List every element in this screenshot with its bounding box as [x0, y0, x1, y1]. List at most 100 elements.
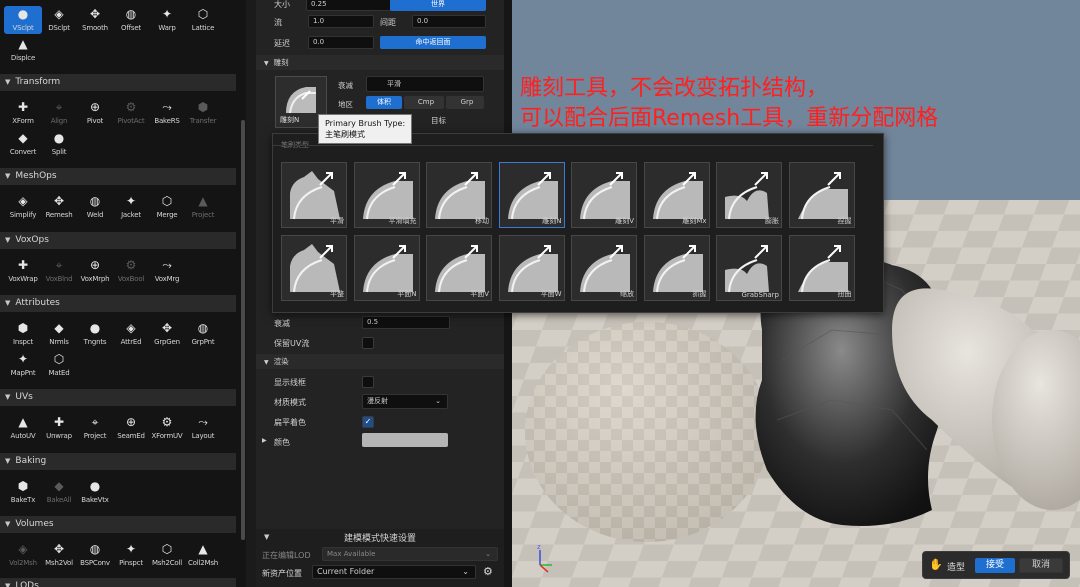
region-cmp-button[interactable]: Cmp: [404, 96, 444, 109]
section-meshops[interactable]: ▼ MeshOps: [0, 168, 236, 185]
sculpt-header[interactable]: ▼ 雕刻: [256, 55, 504, 70]
xformuv-tool-button[interactable]: ⚙ XFormUV: [148, 414, 186, 442]
brush-option[interactable]: 平面W: [498, 235, 565, 301]
spacing-field[interactable]: 0.0: [412, 15, 486, 28]
voxblnd-tool-button[interactable]: ⌖ VoxBlnd: [40, 257, 78, 285]
falloff-dropdown[interactable]: 平滑: [366, 76, 484, 92]
split-tool-button[interactable]: ● Split: [40, 130, 78, 158]
brush-option[interactable]: 捏握: [788, 162, 855, 228]
brush-option[interactable]: 平面N: [353, 235, 420, 301]
brush-option[interactable]: 移动: [426, 162, 492, 228]
voxwrap-tool-button[interactable]: ✚ VoxWrap: [4, 257, 42, 285]
brush-option[interactable]: 扭曲: [788, 235, 855, 301]
displce-tool-button[interactable]: ▲ Displce: [4, 36, 42, 64]
grpgen-tool-button[interactable]: ✥ GrpGen: [148, 320, 186, 348]
world-button[interactable]: 世界: [390, 0, 486, 11]
section-transform[interactable]: ▼ Transform: [0, 74, 236, 91]
project-tool-button[interactable]: ▲ Project: [184, 193, 222, 221]
remesh-tool-button[interactable]: ✥ Remesh: [40, 193, 78, 221]
gear-icon[interactable]: ⚙: [483, 565, 493, 578]
brush-option[interactable]: 雕刻Mx: [643, 162, 710, 228]
align-tool-button[interactable]: ⌖ Align: [40, 99, 78, 127]
brush-option[interactable]: 平整: [281, 235, 347, 301]
project-tool-button[interactable]: ⌖ Project: [76, 414, 114, 442]
brush-option[interactable]: 平滑填充: [353, 162, 420, 228]
mated-icon: ⬡: [53, 352, 65, 366]
accept-button[interactable]: 接受: [975, 558, 1015, 573]
section-uvs[interactable]: ▼ UVs: [0, 389, 236, 406]
section-baking[interactable]: ▼ Baking: [0, 453, 236, 470]
tngnts-tool-button[interactable]: ● Tngnts: [76, 320, 114, 348]
material-dropdown[interactable]: 漫反射 ⌄: [362, 394, 448, 409]
bspconv-tool-button[interactable]: ◍ BSPConv: [76, 541, 114, 569]
warp-tool-button[interactable]: ✦ Warp: [148, 6, 186, 34]
cancel-button[interactable]: 取消: [1019, 558, 1063, 573]
attred-tool-button[interactable]: ◈ AttrEd: [112, 320, 150, 348]
merge-tool-button[interactable]: ⬡ Merge: [148, 193, 186, 221]
brush-option[interactable]: GrabSharp: [716, 235, 782, 301]
mated-tool-button[interactable]: ⬡ MatEd: [40, 351, 78, 379]
bakeall-tool-button[interactable]: ◆ BakeAll: [40, 478, 78, 506]
voxmrg-tool-button[interactable]: ⤳ VoxMrg: [148, 257, 186, 285]
falloff2-field[interactable]: 0.5: [362, 316, 450, 329]
brush-option[interactable]: 平面V: [426, 235, 492, 301]
keep-uv-checkbox[interactable]: [362, 337, 374, 349]
dsclpt-tool-button[interactable]: ◈ DSclpt: [40, 6, 78, 34]
bakevtx-tool-button[interactable]: ● BakeVtx: [76, 478, 114, 506]
mappnt-tool-button[interactable]: ✦ MapPnt: [4, 351, 42, 379]
brush-option[interactable]: 膨胀: [716, 162, 782, 228]
section-lods[interactable]: ▼ LODs: [0, 578, 236, 587]
seamed-tool-button[interactable]: ⊕ SeamEd: [112, 414, 150, 442]
asset-location-dropdown[interactable]: Current Folder ⌄: [312, 565, 476, 579]
hit-back-faces-button[interactable]: 命中返回面: [380, 36, 486, 49]
color-swatch[interactable]: [362, 433, 448, 447]
expand-icon[interactable]: ▶: [262, 437, 267, 444]
vsclpt-tool-button[interactable]: ● VSclpt: [4, 6, 42, 34]
transfer-tool-button[interactable]: ⬢ Transfer: [184, 99, 222, 127]
show-wire-checkbox[interactable]: [362, 376, 374, 388]
jacket-tool-button[interactable]: ✦ Jacket: [112, 193, 150, 221]
vol2msh-tool-button[interactable]: ◈ Vol2Msh: [4, 541, 42, 569]
section-attributes[interactable]: ▼ Attributes: [0, 295, 236, 312]
convert-tool-button[interactable]: ◆ Convert: [4, 130, 42, 158]
section-volumes[interactable]: ▼ Volumes: [0, 516, 236, 533]
brush-option[interactable]: 缩放: [571, 235, 637, 301]
brush-option[interactable]: 雕刻V: [571, 162, 637, 228]
unwrap-tool-button[interactable]: ✚ Unwrap: [40, 414, 78, 442]
baketx-tool-button[interactable]: ⬢ BakeTx: [4, 478, 42, 506]
inspct-tool-button[interactable]: ⬢ Inspct: [4, 320, 42, 348]
coll2msh-tool-button[interactable]: ▲ Coll2Msh: [184, 541, 222, 569]
xform-tool-button[interactable]: ✚ XForm: [4, 99, 42, 127]
lag-field[interactable]: 0.0: [308, 36, 374, 49]
brush-label: 平面N: [397, 290, 417, 298]
pivot-tool-button[interactable]: ⊕ Pivot: [76, 99, 114, 127]
layout-tool-button[interactable]: ⤳ Layout: [184, 414, 222, 442]
msh2vol-tool-button[interactable]: ✥ Msh2Vol: [40, 541, 78, 569]
flat-shade-checkbox[interactable]: ✓: [362, 416, 374, 428]
voxbool-tool-button[interactable]: ⚙ VoxBool: [112, 257, 150, 285]
flow-row: 流 1.0 间距 0.0: [256, 12, 504, 32]
region-volume-button[interactable]: 体积: [366, 96, 402, 109]
smooth-tool-button[interactable]: ✥ Smooth: [76, 6, 114, 34]
flow-field[interactable]: 1.0: [308, 15, 374, 28]
region-grp-button[interactable]: Grp: [446, 96, 484, 109]
brush-option[interactable]: 平滑: [281, 162, 347, 228]
render-header[interactable]: ▼ 渲染: [256, 354, 504, 369]
nrmls-tool-button[interactable]: ◆ Nrmls: [40, 320, 78, 348]
section-voxops[interactable]: ▼ VoxOps: [0, 232, 236, 249]
brush-option[interactable]: 雕刻N: [498, 162, 565, 228]
brush-option[interactable]: 抓握: [643, 235, 710, 301]
pinspct-tool-button[interactable]: ✦ Pinspct: [112, 541, 150, 569]
msh2coll-tool-button[interactable]: ⬡ Msh2Coll: [148, 541, 186, 569]
palette-scrollbar[interactable]: [241, 120, 245, 540]
bakers-tool-button[interactable]: ⤳ BakeRS: [148, 99, 186, 127]
autouv-tool-button[interactable]: ▲ AutoUV: [4, 414, 42, 442]
layout-label: Layout: [191, 432, 215, 440]
pivotact-tool-button[interactable]: ⚙ PivotAct: [112, 99, 150, 127]
grppnt-tool-button[interactable]: ◍ GrpPnt: [184, 320, 222, 348]
lattice-tool-button[interactable]: ⬡ Lattice: [184, 6, 222, 34]
offset-tool-button[interactable]: ◍ Offset: [112, 6, 150, 34]
simplify-tool-button[interactable]: ◈ Simplify: [4, 193, 42, 221]
voxmrph-tool-button[interactable]: ⊕ VoxMrph: [76, 257, 114, 285]
weld-tool-button[interactable]: ◍ Weld: [76, 193, 114, 221]
